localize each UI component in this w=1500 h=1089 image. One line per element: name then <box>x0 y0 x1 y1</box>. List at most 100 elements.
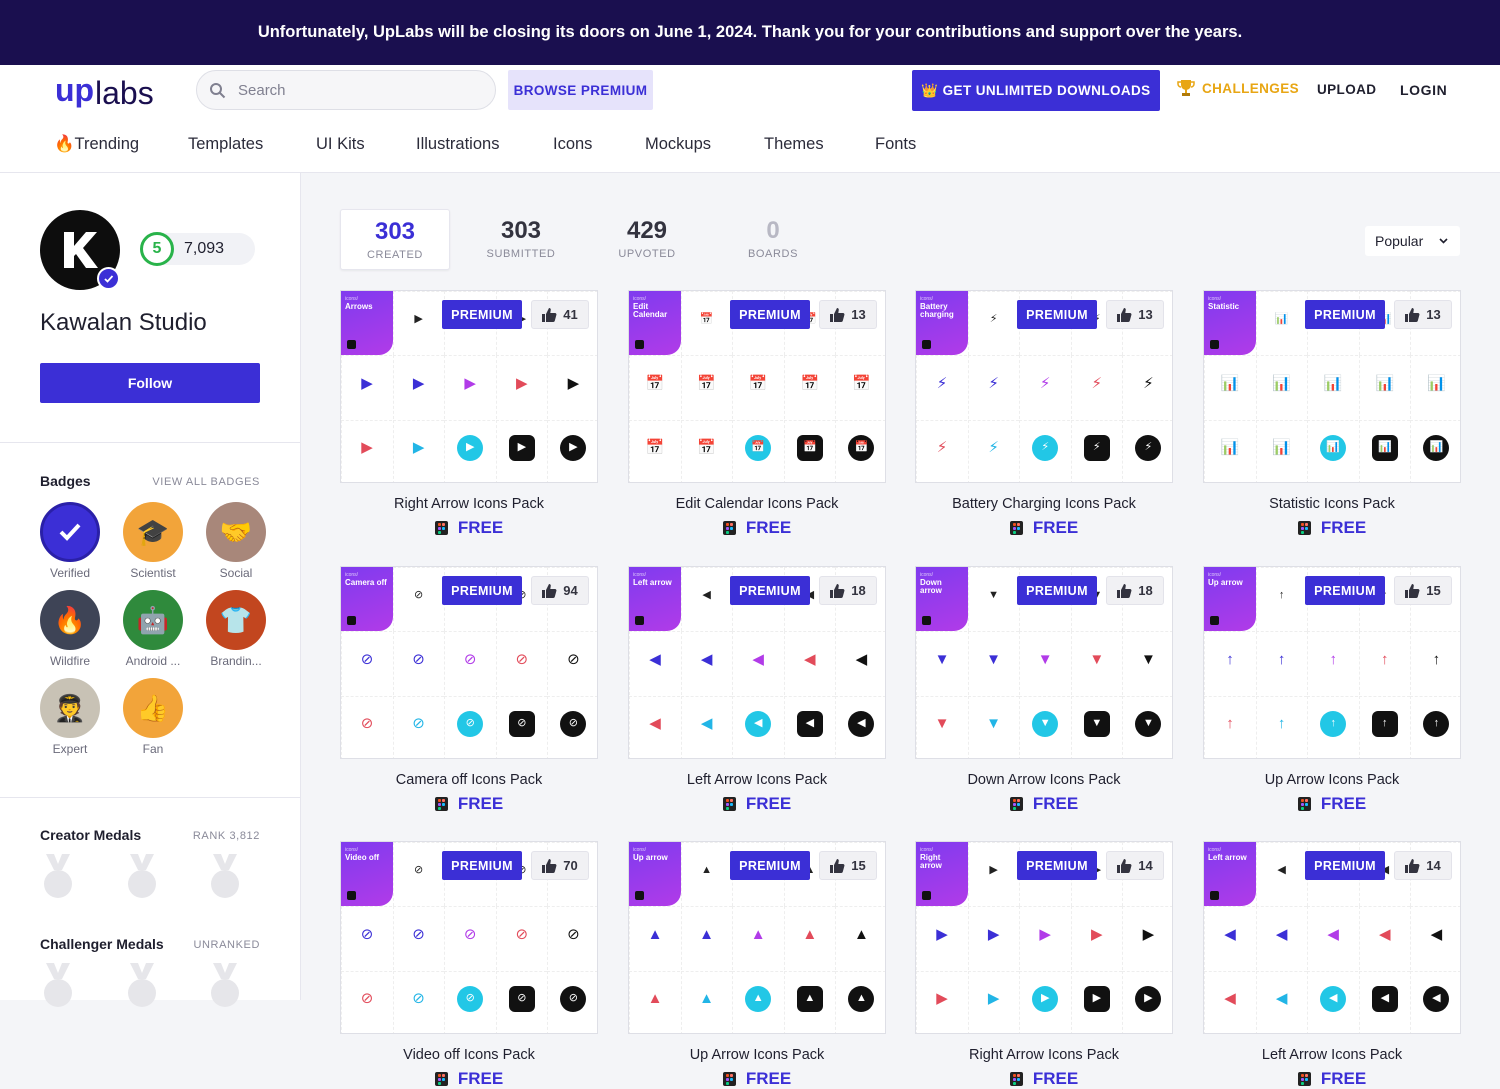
preview-glyph-icon: ▶ <box>1142 925 1155 943</box>
nav-fonts[interactable]: Fonts <box>875 135 916 154</box>
premium-badge[interactable]: PREMIUM <box>442 300 522 329</box>
shot-title[interactable]: Up Arrow Icons Pack <box>628 1047 886 1063</box>
shot-card[interactable]: ▶▶▶▶▶▶▶▶▶▶▶▶▶▶icons/Right arrowPREMIUM14… <box>915 841 1173 1089</box>
upvote-button[interactable]: 15 <box>819 851 877 880</box>
shot-thumbnail[interactable]: ▼▼▼▼▼▼▼▼▼▼▼▼▼▼icons/Down arrowPREMIUM18 <box>915 566 1173 759</box>
tab-boards[interactable]: 0 BOARDS <box>718 209 828 270</box>
shot-title[interactable]: Left Arrow Icons Pack <box>1203 1047 1461 1063</box>
upvote-button[interactable]: 41 <box>531 300 589 329</box>
nav-themes[interactable]: Themes <box>764 135 824 154</box>
preview-glyph-icon: ⚡ <box>988 374 999 392</box>
shot-card[interactable]: ◀◀◀◀◀◀◀◀◀◀◀◀◀◀icons/Left arrowPREMIUM14L… <box>1203 841 1461 1089</box>
upvote-button[interactable]: 14 <box>1394 851 1452 880</box>
shot-thumbnail[interactable]: ◀◀◀◀◀◀◀◀◀◀◀◀◀◀icons/Left arrowPREMIUM18 <box>628 566 886 759</box>
nav-illustrations[interactable]: Illustrations <box>416 135 499 154</box>
stat-value: 0 <box>766 217 780 244</box>
upvote-button[interactable]: 13 <box>819 300 877 329</box>
badge-label: Expert <box>52 742 88 756</box>
premium-badge[interactable]: PREMIUM <box>1305 851 1385 880</box>
premium-badge[interactable]: PREMIUM <box>730 851 810 880</box>
shot-card[interactable]: ▲▲▲▲▲▲▲▲▲▲▲▲▲▲icons/Up arrowPREMIUM15Up … <box>628 841 886 1089</box>
tab-submitted[interactable]: 303 SUBMITTED <box>466 209 576 270</box>
nav-trending[interactable]: 🔥Trending <box>54 135 139 154</box>
premium-badge[interactable]: PREMIUM <box>1305 300 1385 329</box>
premium-badge[interactable]: PREMIUM <box>442 576 522 605</box>
tab-created[interactable]: 303 CREATED <box>340 209 450 270</box>
premium-badge[interactable]: PREMIUM <box>1305 576 1385 605</box>
challenges-link[interactable]: CHALLENGES <box>1176 78 1299 98</box>
login-link[interactable]: LOGIN <box>1400 82 1447 98</box>
tab-upvoted[interactable]: 429 UPVOTED <box>592 209 702 270</box>
badge-social[interactable]: 🤝 Social <box>206 502 266 580</box>
browse-premium-button[interactable]: BROWSE PREMIUM <box>508 70 653 110</box>
upvote-button[interactable]: 94 <box>531 576 589 605</box>
search-bar[interactable] <box>196 70 496 110</box>
shot-thumbnail[interactable]: 📊📊📊📊📊📊📊📊📊📊📊📊📊📊icons/StatisticPREMIUM13 <box>1203 290 1461 483</box>
uplabs-logo[interactable]: up labs <box>55 73 173 113</box>
upvote-button[interactable]: 70 <box>531 851 589 880</box>
badge-scientist[interactable]: 🎓 Scientist <box>123 502 183 580</box>
shot-card[interactable]: ⊘⊘⊘⊘⊘⊘⊘⊘⊘⊘⊘⊘⊘⊘icons/Video offPREMIUM70Vi… <box>340 841 598 1089</box>
badge-expert[interactable]: 🧑‍✈️ Expert <box>40 678 100 756</box>
shot-thumbnail[interactable]: ▲▲▲▲▲▲▲▲▲▲▲▲▲▲icons/Up arrowPREMIUM15 <box>628 841 886 1034</box>
shot-card[interactable]: ▶▶▶▶▶▶▶▶▶▶▶▶▶▶icons/ArrowsPREMIUM41Right… <box>340 290 598 538</box>
shot-thumbnail[interactable]: 📅📅📅📅📅📅📅📅📅📅📅📅📅📅icons/Edit CalendarPREMIUM… <box>628 290 886 483</box>
nav-icons[interactable]: Icons <box>553 135 592 154</box>
upvote-button[interactable]: 18 <box>1106 576 1164 605</box>
shot-card[interactable]: ⚡⚡⚡⚡⚡⚡⚡⚡⚡⚡⚡⚡⚡⚡icons/Battery chargingPREM… <box>915 290 1173 538</box>
shot-title[interactable]: Statistic Icons Pack <box>1203 496 1461 512</box>
shot-thumbnail[interactable]: ▶▶▶▶▶▶▶▶▶▶▶▶▶▶icons/ArrowsPREMIUM41 <box>340 290 598 483</box>
shot-card[interactable]: 📊📊📊📊📊📊📊📊📊📊📊📊📊📊icons/StatisticPREMIUM13St… <box>1203 290 1461 538</box>
premium-badge[interactable]: PREMIUM <box>1017 576 1097 605</box>
preview-glyph-icon: ▶ <box>1032 985 1059 1012</box>
icon-preview-cell: ▼ <box>967 567 1019 631</box>
badge-android[interactable]: 🤖 Android ... <box>123 590 183 668</box>
upvote-button[interactable]: 18 <box>819 576 877 605</box>
shot-title[interactable]: Video off Icons Pack <box>340 1047 598 1063</box>
premium-badge[interactable]: PREMIUM <box>442 851 522 880</box>
shot-card[interactable]: ⊘⊘⊘⊘⊘⊘⊘⊘⊘⊘⊘⊘⊘⊘icons/Camera offPREMIUM94C… <box>340 566 598 814</box>
sort-select[interactable]: Popular <box>1365 226 1460 256</box>
shot-thumbnail[interactable]: ▶▶▶▶▶▶▶▶▶▶▶▶▶▶icons/Right arrowPREMIUM14 <box>915 841 1173 1034</box>
shot-thumbnail[interactable]: ⊘⊘⊘⊘⊘⊘⊘⊘⊘⊘⊘⊘⊘⊘icons/Camera offPREMIUM94 <box>340 566 598 759</box>
shot-thumbnail[interactable]: ⚡⚡⚡⚡⚡⚡⚡⚡⚡⚡⚡⚡⚡⚡icons/Battery chargingPREM… <box>915 290 1173 483</box>
shot-title[interactable]: Up Arrow Icons Pack <box>1203 772 1461 788</box>
shot-card[interactable]: ▼▼▼▼▼▼▼▼▼▼▼▼▼▼icons/Down arrowPREMIUM18D… <box>915 566 1173 814</box>
shot-thumbnail[interactable]: ◀◀◀◀◀◀◀◀◀◀◀◀◀◀icons/Left arrowPREMIUM14 <box>1203 841 1461 1034</box>
shot-title[interactable]: Right Arrow Icons Pack <box>915 1047 1173 1063</box>
view-all-badges-link[interactable]: VIEW ALL BADGES <box>152 476 260 488</box>
shot-card[interactable]: ↑↑↑↑↑↑↑↑↑↑↑↑↑↑icons/Up arrowPREMIUM15Up … <box>1203 566 1461 814</box>
pack-cover-prefix: icons/ <box>633 847 647 853</box>
premium-badge[interactable]: PREMIUM <box>730 576 810 605</box>
premium-badge[interactable]: PREMIUM <box>1017 851 1097 880</box>
shot-thumbnail[interactable]: ↑↑↑↑↑↑↑↑↑↑↑↑↑↑icons/Up arrowPREMIUM15 <box>1203 566 1461 759</box>
badge-fan[interactable]: 👍 Fan <box>123 678 183 756</box>
nav-mockups[interactable]: Mockups <box>645 135 711 154</box>
premium-badge[interactable]: PREMIUM <box>1017 300 1097 329</box>
upvote-button[interactable]: 13 <box>1106 300 1164 329</box>
shot-thumbnail[interactable]: ⊘⊘⊘⊘⊘⊘⊘⊘⊘⊘⊘⊘⊘⊘icons/Video offPREMIUM70 <box>340 841 598 1034</box>
badge-branding[interactable]: 👕 Brandin... <box>206 590 266 668</box>
upvote-button[interactable]: 14 <box>1106 851 1164 880</box>
shot-card[interactable]: ◀◀◀◀◀◀◀◀◀◀◀◀◀◀icons/Left arrowPREMIUM18L… <box>628 566 886 814</box>
shot-title[interactable]: Down Arrow Icons Pack <box>915 772 1173 788</box>
shot-title[interactable]: Edit Calendar Icons Pack <box>628 496 886 512</box>
upvote-button[interactable]: 13 <box>1394 300 1452 329</box>
get-unlimited-downloads-button[interactable]: 👑 GET UNLIMITED DOWNLOADS <box>912 70 1160 111</box>
badge-verified[interactable]: Verified <box>40 502 100 580</box>
search-input[interactable] <box>238 81 458 99</box>
shot-title[interactable]: Left Arrow Icons Pack <box>628 772 886 788</box>
nav-templates[interactable]: Templates <box>188 135 263 154</box>
nav-ui-kits[interactable]: UI Kits <box>316 135 365 154</box>
badge-wildfire[interactable]: 🔥 Wildfire <box>40 590 100 668</box>
premium-badge[interactable]: PREMIUM <box>730 300 810 329</box>
shot-title[interactable]: Battery Charging Icons Pack <box>915 496 1173 512</box>
upvote-button[interactable]: 15 <box>1394 576 1452 605</box>
shot-title[interactable]: Camera off Icons Pack <box>340 772 598 788</box>
icon-preview-cell: ↑ <box>1307 631 1359 696</box>
shot-card[interactable]: 📅📅📅📅📅📅📅📅📅📅📅📅📅📅icons/Edit CalendarPREMIUM… <box>628 290 886 538</box>
preview-glyph-icon: ⊘ <box>560 985 587 1012</box>
upload-link[interactable]: UPLOAD <box>1317 82 1376 97</box>
follow-button[interactable]: Follow <box>40 363 260 403</box>
shot-title[interactable]: Right Arrow Icons Pack <box>340 496 598 512</box>
